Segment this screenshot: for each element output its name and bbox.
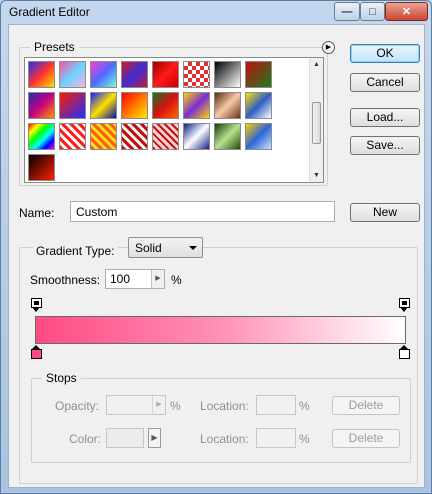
opacity-location-unit: % [299,399,310,413]
opacity-input[interactable]: ▶ [106,395,166,415]
name-input[interactable]: Custom [70,201,335,222]
preset-swatch[interactable] [121,61,148,88]
opacity-stop-left[interactable] [31,298,42,312]
dropdown-arrow-icon[interactable]: ▶ [152,396,165,414]
color-menu-icon[interactable]: ▶ [148,428,161,448]
dropdown-arrow-icon[interactable]: ▶ [151,270,164,288]
preset-swatch[interactable] [183,123,210,150]
gradient-type-value: Solid [135,241,162,255]
gradient-editor-window: Gradient Editor — □ ✕ Presets ▶ ▲ ▼ OK C… [0,0,432,494]
preset-swatch[interactable] [152,123,179,150]
smoothness-value: 100 [110,272,131,286]
presets-scrollbar[interactable]: ▲ ▼ [309,58,323,182]
preset-swatch[interactable] [28,61,55,88]
preset-swatch[interactable] [245,123,272,150]
preset-swatch[interactable] [28,154,55,181]
presets-group: Presets ▶ ▲ ▼ [19,40,335,186]
preset-swatch[interactable] [214,92,241,119]
preset-swatch[interactable] [59,61,86,88]
dialog-client-area: Presets ▶ ▲ ▼ OK Cancel Load... Save... … [8,24,425,488]
opacity-delete-button[interactable]: Delete [332,396,400,415]
gradient-type-label: Gradient Type: [33,244,118,258]
preset-swatch[interactable] [28,92,55,119]
preset-swatch[interactable] [28,123,55,150]
close-icon: ✕ [401,6,412,18]
preset-swatch[interactable] [59,92,86,119]
preset-swatch[interactable] [183,61,210,88]
save-button[interactable]: Save... [350,136,420,155]
smoothness-label: Smoothness: [30,273,101,287]
preset-swatch[interactable] [183,92,210,119]
close-button[interactable]: ✕ [385,2,428,21]
ok-button[interactable]: OK [350,44,420,63]
opacity-unit: % [170,399,181,413]
minimize-icon: — [341,5,353,18]
preset-swatch[interactable] [245,92,272,119]
new-button[interactable]: New [350,203,420,222]
name-label: Name: [19,206,55,220]
load-button[interactable]: Load... [350,108,420,127]
smoothness-unit: % [171,273,182,287]
color-label: Color: [69,432,102,446]
smoothness-input[interactable]: 100 ▶ [105,269,165,289]
opacity-stop-right[interactable] [399,298,410,312]
preset-swatches [28,61,307,181]
opacity-location-input[interactable] [256,395,296,415]
presets-menu-icon[interactable]: ▶ [322,41,335,54]
color-location-input[interactable] [256,428,296,448]
scroll-up-icon[interactable]: ▲ [310,58,323,71]
title-bar[interactable]: Gradient Editor — □ ✕ [1,1,431,23]
minimize-button[interactable]: — [334,2,360,21]
color-stop-right[interactable] [399,345,410,359]
preset-swatch[interactable] [90,123,117,150]
cancel-button[interactable]: Cancel [350,73,420,92]
preset-swatch[interactable] [152,61,179,88]
opacity-label: Opacity: [55,399,100,413]
preset-swatch[interactable] [59,123,86,150]
gradient-type-select[interactable]: Solid [128,237,203,258]
preset-swatch[interactable] [121,123,148,150]
preset-swatch[interactable] [214,61,241,88]
scroll-down-icon[interactable]: ▼ [310,169,323,182]
color-stop-left[interactable] [31,345,42,359]
preset-swatch[interactable] [152,92,179,119]
maximize-icon: □ [369,5,376,18]
color-delete-button[interactable]: Delete [332,429,400,448]
scroll-thumb[interactable] [312,102,321,144]
preset-swatch[interactable] [214,123,241,150]
stops-label: Stops [42,371,81,385]
gradient-preview-bar[interactable] [35,316,406,344]
stop-color-swatch[interactable] [106,428,144,448]
chevron-down-icon [189,246,197,250]
preset-swatch[interactable] [90,92,117,119]
opacity-location-label: Location: [200,399,249,413]
maximize-button[interactable]: □ [360,2,385,21]
presets-label: Presets [30,40,79,54]
preset-swatch[interactable] [90,61,117,88]
window-title: Gradient Editor [9,5,90,19]
color-location-label: Location: [200,432,249,446]
color-location-unit: % [299,432,310,446]
stops-group: Stops [31,371,411,463]
preset-swatch[interactable] [245,61,272,88]
preset-swatch[interactable] [121,92,148,119]
presets-swatch-list: ▲ ▼ [24,57,324,183]
